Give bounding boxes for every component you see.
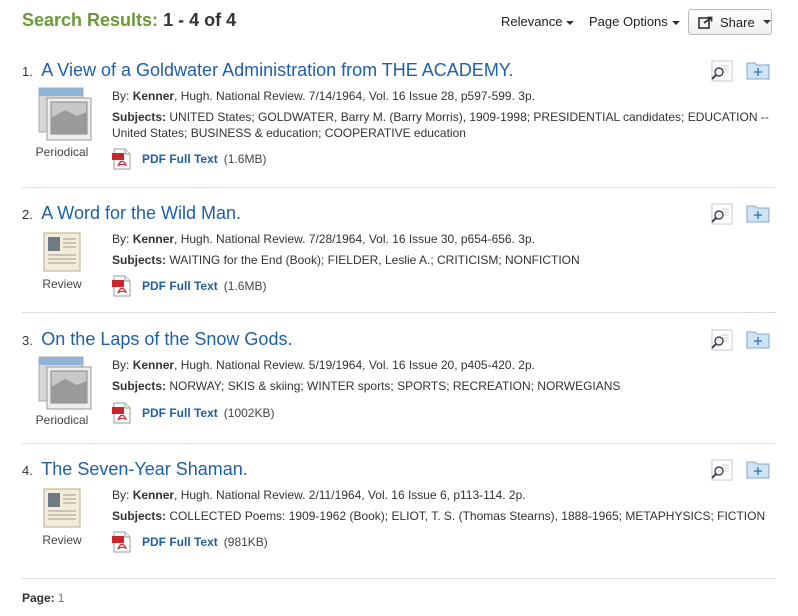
result-citation: By: Kenner, Hugh. National Review. 7/28/… (112, 232, 535, 246)
add-to-folder-icon[interactable] (746, 203, 770, 223)
page-options-label: Page Options (589, 14, 668, 29)
pdf-full-text-link[interactable]: PDF Full Text (142, 535, 218, 549)
result-title-link[interactable]: A Word for the Wild Man. (41, 203, 241, 223)
pdf-icon (112, 148, 131, 170)
result-subjects: Subjects: COLLECTED Poems: 1909-1962 (Bo… (112, 509, 766, 523)
author-link[interactable]: Kenner (133, 358, 174, 372)
publication-type-label: Periodical (35, 145, 89, 159)
add-to-folder-icon[interactable] (746, 459, 770, 479)
results-label: Search Results: (22, 10, 159, 30)
preview-icon[interactable] (710, 60, 734, 82)
page-number[interactable]: 1 (58, 591, 65, 605)
result-subjects: Subjects: WAITING for the End (Book); FI… (112, 253, 580, 267)
relevance-label: Relevance (501, 14, 563, 29)
result-subjects: Subjects: NORWAY; SKIS & skiing; WINTER … (112, 379, 621, 393)
pdf-icon (112, 531, 131, 553)
chevron-down-icon (566, 20, 575, 25)
publication-type-label: Review (42, 277, 82, 291)
result-title-link[interactable]: On the Laps of the Snow Gods. (41, 329, 292, 349)
pagination: Page: 1 (22, 591, 64, 605)
pdf-size: (981KB) (223, 535, 268, 549)
result-item: 2. A Word for the Wild Man. Review By: K… (22, 201, 776, 313)
results-count: 1 - 4 of 4 (163, 10, 237, 30)
share-label: Share (720, 14, 755, 30)
review-icon (43, 488, 81, 528)
pdf-full-text-link[interactable]: PDF Full Text (142, 152, 218, 166)
add-to-folder-icon[interactable] (746, 329, 770, 349)
periodical-icon (38, 356, 92, 410)
author-link[interactable]: Kenner (133, 89, 174, 103)
result-number: 4. (22, 463, 33, 478)
periodical-icon (38, 87, 92, 141)
preview-icon[interactable] (710, 329, 734, 351)
pdf-full-text-link[interactable]: PDF Full Text (142, 279, 218, 293)
add-to-folder-icon[interactable] (746, 60, 770, 80)
pdf-full-text-row: PDF Full Text (1.6MB) (112, 148, 266, 170)
result-number: 2. (22, 207, 33, 222)
share-button[interactable]: Share (688, 9, 772, 35)
pdf-size: (1.6MB) (223, 152, 267, 166)
preview-icon[interactable] (710, 203, 734, 225)
result-item: 4. The Seven-Year Shaman. Review By: Ken… (22, 457, 776, 579)
chevron-down-icon (671, 20, 680, 25)
pdf-full-text-row: PDF Full Text (1.6MB) (112, 275, 266, 297)
result-item: 1. A View of a Goldwater Administration … (22, 58, 776, 188)
result-citation: By: Kenner, Hugh. National Review. 2/11/… (112, 488, 526, 502)
result-title-row: 3. On the Laps of the Snow Gods. (22, 329, 292, 350)
result-number: 1. (22, 64, 33, 79)
review-icon (43, 232, 81, 272)
result-number: 3. (22, 333, 33, 348)
result-item: 3. On the Laps of the Snow Gods. Periodi… (22, 327, 776, 444)
pdf-full-text-row: PDF Full Text (981KB) (112, 531, 268, 553)
result-title-row: 1. A View of a Goldwater Administration … (22, 60, 514, 81)
pdf-full-text-link[interactable]: PDF Full Text (142, 406, 218, 420)
page-label: Page: (22, 591, 55, 605)
result-title-row: 2. A Word for the Wild Man. (22, 203, 241, 224)
pdf-size: (1.6MB) (223, 279, 267, 293)
preview-icon[interactable] (710, 459, 734, 481)
relevance-dropdown[interactable]: Relevance (501, 14, 575, 29)
publication-type-label: Periodical (35, 413, 89, 427)
pdf-full-text-row: PDF Full Text (1002KB) (112, 402, 274, 424)
result-subjects: Subjects: UNITED States; GOLDWATER, Barr… (112, 110, 769, 140)
result-title-link[interactable]: A View of a Goldwater Administration fro… (41, 60, 513, 80)
pdf-icon (112, 402, 131, 424)
result-title-row: 4. The Seven-Year Shaman. (22, 459, 248, 480)
results-title: Search Results: 1 - 4 of 4 (22, 10, 236, 31)
result-citation: By: Kenner, Hugh. National Review. 5/19/… (112, 358, 535, 372)
author-link[interactable]: Kenner (133, 488, 174, 502)
result-citation: By: Kenner, Hugh. National Review. 7/14/… (112, 89, 535, 103)
pdf-size: (1002KB) (223, 406, 275, 420)
publication-type-label: Review (42, 533, 82, 547)
result-title-link[interactable]: The Seven-Year Shaman. (41, 459, 247, 479)
page-options-dropdown[interactable]: Page Options (589, 14, 680, 29)
results-header: Search Results: 1 - 4 of 4 Relevance Pag… (0, 0, 798, 44)
share-icon (698, 16, 713, 29)
pdf-icon (112, 275, 131, 297)
chevron-down-icon (762, 20, 771, 24)
author-link[interactable]: Kenner (133, 232, 174, 246)
